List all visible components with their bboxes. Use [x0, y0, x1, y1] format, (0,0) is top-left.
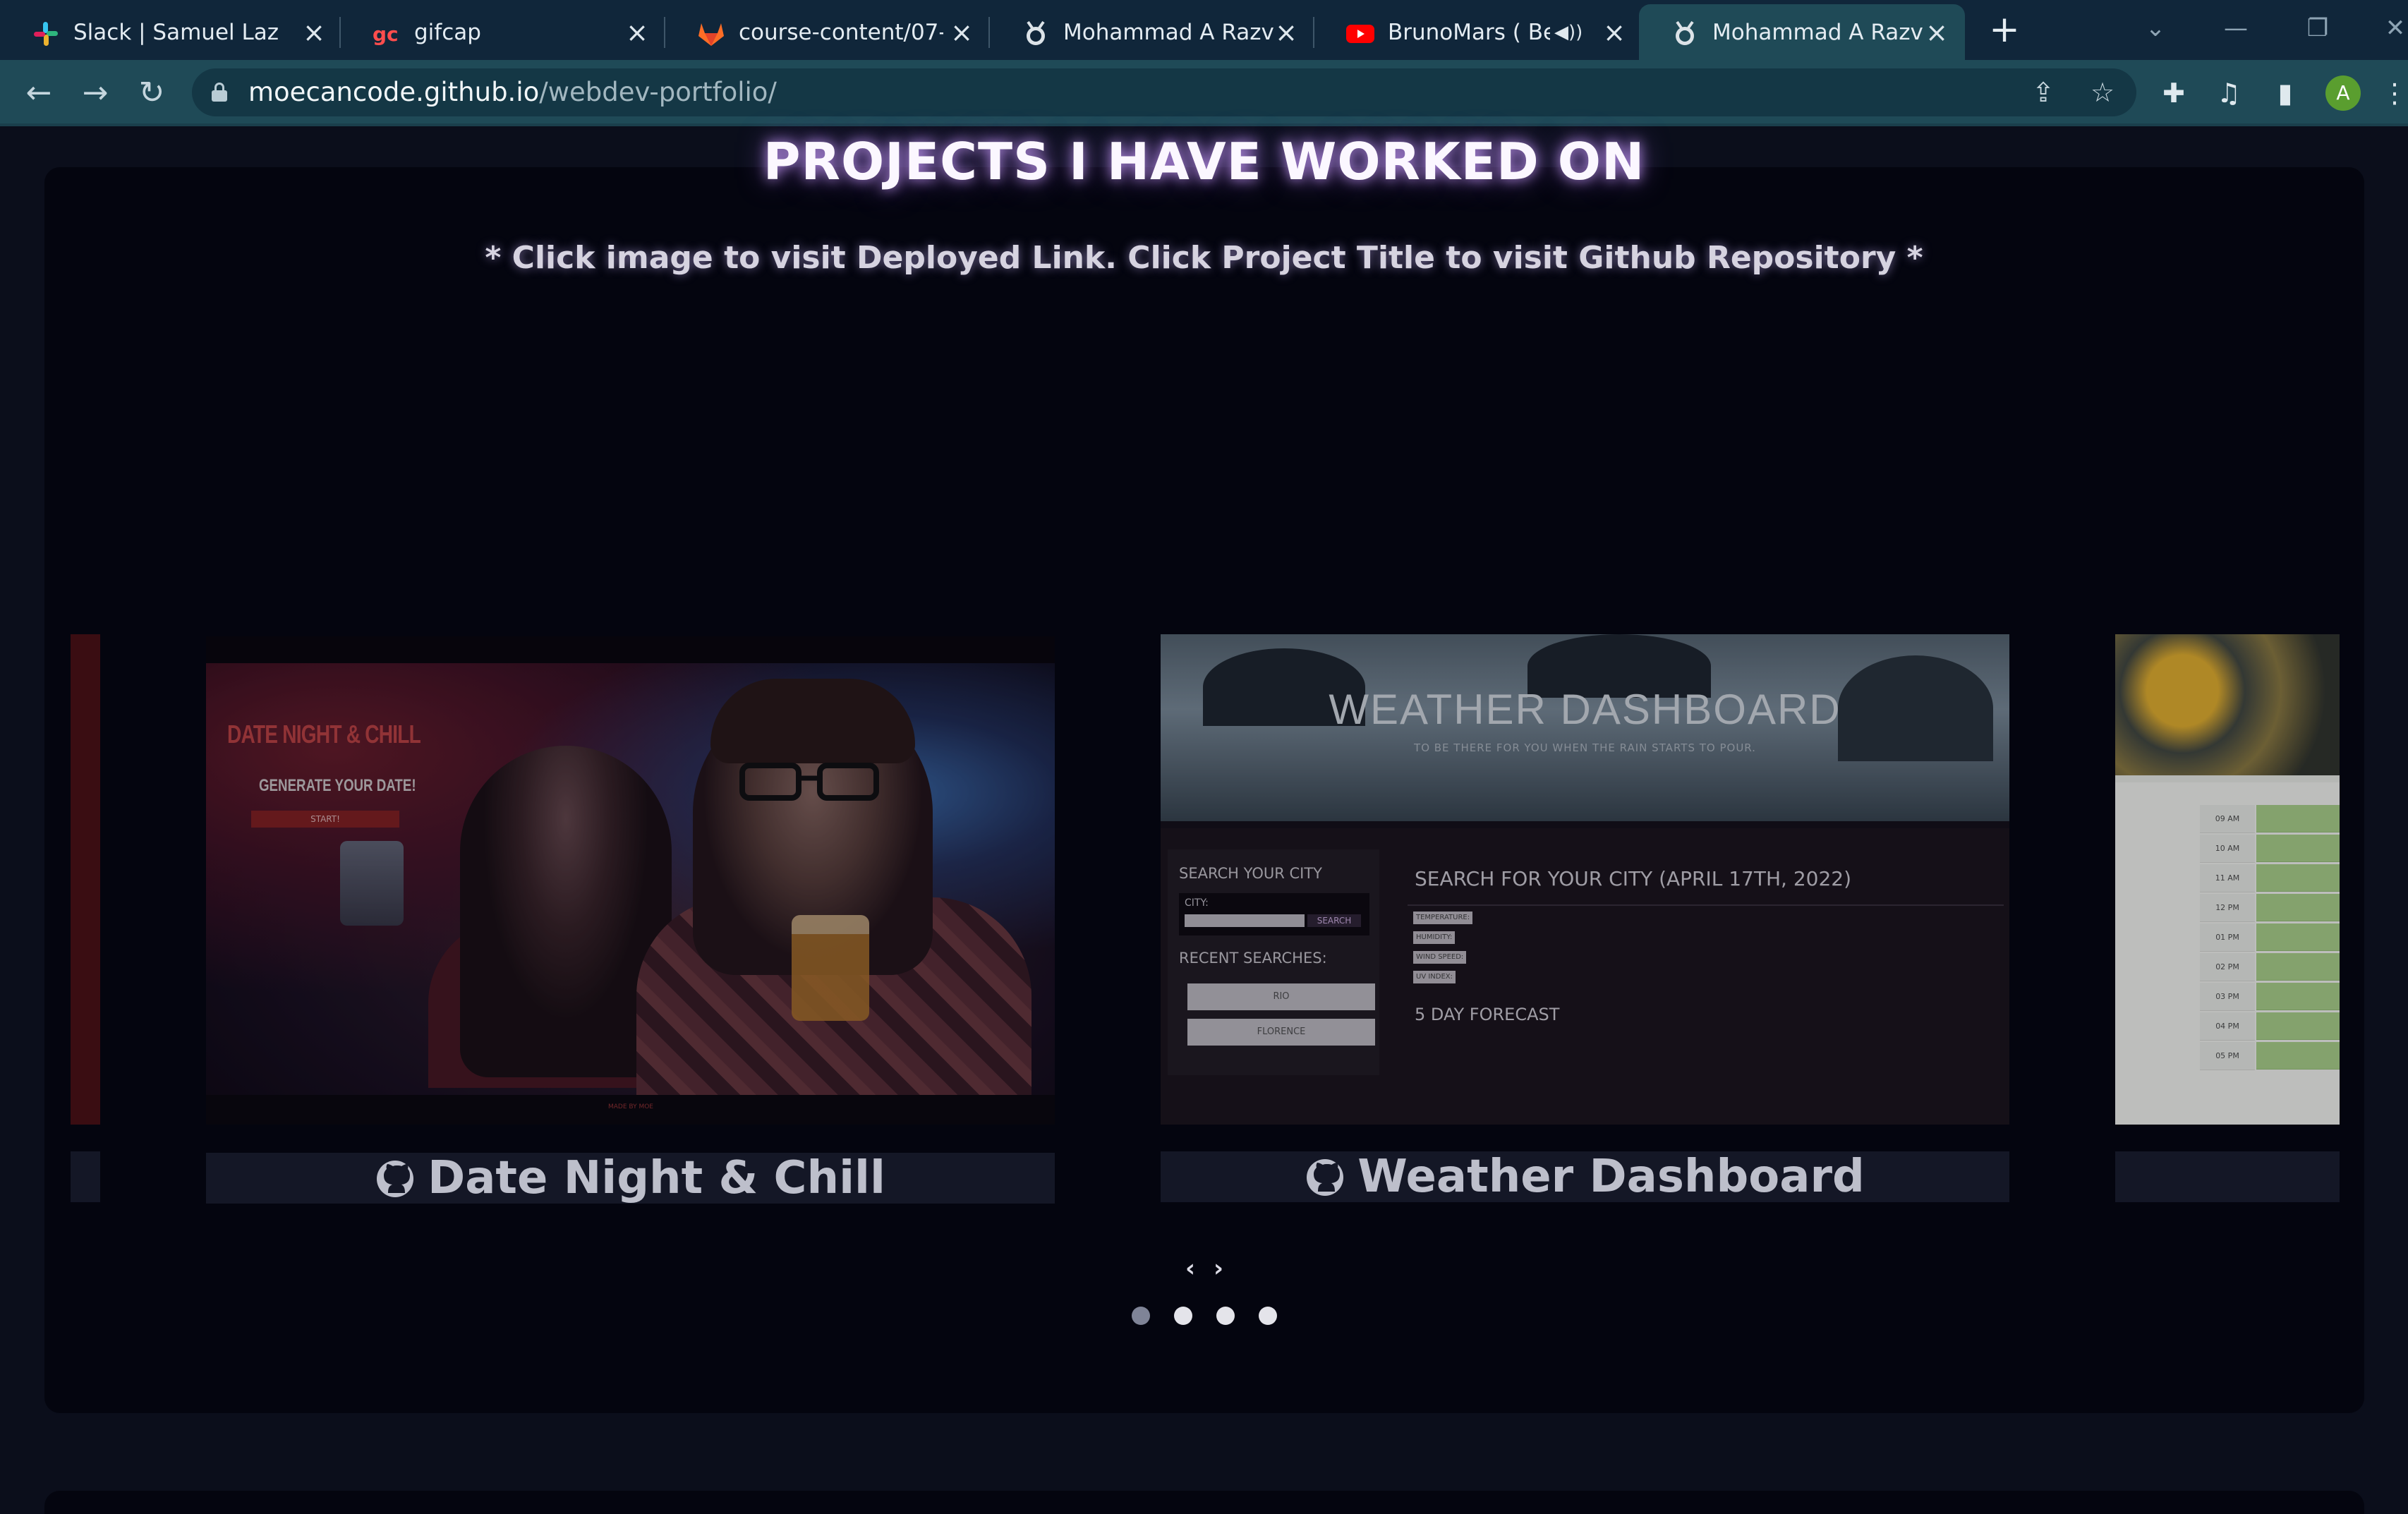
tab-title: BrunoMars ( Best S	[1388, 20, 1550, 45]
url-host: moecancode.github.io	[248, 77, 540, 107]
github-icon	[1307, 1159, 1344, 1196]
tab-title: Slack | Samuel Lazaro	[73, 20, 278, 45]
media-control-icon[interactable]: ♫	[2210, 74, 2248, 112]
url-text: moecancode.github.io/webdev-portfolio/	[248, 78, 777, 107]
github-octocat-icon	[1022, 20, 1050, 48]
more-menu-icon[interactable]: ⋮	[2381, 74, 2408, 112]
browser-toolbar: ← → ↻ moecancode.github.io/webdev-portfo…	[0, 60, 2408, 123]
carousel-dot-1[interactable]	[1132, 1307, 1150, 1325]
close-window-button[interactable]: ✕	[2371, 10, 2408, 47]
close-tab-icon[interactable]: ×	[1600, 17, 1628, 48]
project-image-date-night[interactable]: DATE NIGHT & CHILL GENERATE YOUR DATE! S…	[206, 636, 1055, 1125]
tab-title: Mohammad A Razvi	[1063, 20, 1275, 45]
project-title-text: Date Night & Chill	[428, 1152, 885, 1204]
project-title-partial-right[interactable]	[2115, 1151, 2340, 1202]
extensions-puzzle-icon[interactable]: ✚	[2155, 74, 2193, 112]
project-title-text: Weather Dashboard	[1357, 1151, 1865, 1203]
project-image-scheduler[interactable]: 09 AM 10 AM 11 AM 12 PM 01 PM 02 PM 03 P…	[2115, 634, 2340, 1125]
section-instructions: * Click image to visit Deployed Link. Cl…	[485, 240, 1923, 276]
tab-title: gifcap	[414, 20, 481, 45]
tab-title: course-content/07-Pro	[739, 20, 943, 45]
tab-title: Mohammad A Razvi	[1712, 20, 1924, 45]
project-caption-partial[interactable]	[71, 1151, 100, 1202]
carousel-dot-4[interactable]	[1259, 1307, 1277, 1325]
tab-strip: Slack | Samuel Lazaro × gc gifcap × cour…	[0, 0, 2408, 60]
profile-avatar[interactable]: A	[2325, 75, 2361, 111]
side-panel-icon[interactable]: ▮	[2266, 74, 2304, 112]
close-tab-icon[interactable]: ×	[300, 17, 328, 48]
image-dim-overlay	[1161, 634, 2009, 1125]
tab-gitlab[interactable]: course-content/07-Pro ×	[665, 4, 990, 60]
tab-search-chevron-icon[interactable]: ⌄	[2131, 10, 2180, 47]
back-button[interactable]: ←	[20, 74, 58, 112]
svg-text:gc: gc	[373, 23, 399, 46]
section-heading: PROJECTS I HAVE WORKED ON	[763, 132, 1645, 191]
speaker-mute-icon[interactable]: ◀))	[1554, 17, 1583, 48]
tab-active-github-portfolio[interactable]: Mohammad A Razvi ×	[1639, 4, 1965, 60]
carousel-prev-arrow[interactable]: ‹	[1180, 1254, 1201, 1283]
tab-youtube[interactable]: BrunoMars ( Best S ◀)) ×	[1314, 4, 1639, 60]
restore-button[interactable]: ❐	[2293, 10, 2342, 47]
carousel-dot-3[interactable]	[1216, 1307, 1235, 1325]
project-title-date-night[interactable]: Date Night & Chill	[206, 1153, 1055, 1204]
tab-slack[interactable]: Slack | Samuel Lazaro ×	[0, 4, 341, 60]
carousel-dot-2[interactable]	[1174, 1307, 1192, 1325]
github-octocat-icon	[1671, 20, 1699, 48]
gitlab-icon	[697, 20, 725, 48]
minimize-button[interactable]: —	[2211, 10, 2261, 47]
close-tab-icon[interactable]: ×	[948, 17, 976, 48]
lock-icon[interactable]	[212, 83, 227, 102]
youtube-icon	[1346, 20, 1374, 48]
next-section	[44, 1491, 2364, 1514]
close-tab-icon[interactable]: ×	[623, 17, 651, 48]
browser-window: Slack | Samuel Lazaro × gc gifcap × cour…	[0, 0, 2408, 1514]
github-icon	[377, 1161, 414, 1197]
close-tab-icon[interactable]: ×	[1923, 17, 1951, 48]
new-tab-button[interactable]: +	[1986, 11, 2023, 48]
share-icon[interactable]: ⇪	[2026, 77, 2060, 108]
tab-github-portfolio[interactable]: Mohammad A Razvi ×	[990, 4, 1314, 60]
close-tab-icon[interactable]: ×	[1272, 17, 1300, 48]
forward-button[interactable]: →	[76, 74, 114, 112]
address-bar[interactable]: moecancode.github.io/webdev-portfolio/ ⇪…	[192, 68, 2136, 116]
gifcap-icon: gc	[373, 20, 401, 48]
carousel-next-arrow[interactable]: ›	[1208, 1254, 1229, 1283]
slack-icon	[32, 20, 60, 48]
project-title-weather-dashboard[interactable]: Weather Dashboard	[1161, 1151, 2009, 1202]
url-path: /webdev-portfolio/	[539, 77, 777, 107]
bookmark-star-icon[interactable]: ☆	[2086, 77, 2119, 108]
project-image-partial[interactable]	[71, 634, 100, 1125]
reload-button[interactable]: ↻	[133, 74, 171, 112]
project-image-weather-dashboard[interactable]: WEATHER DASHBOARD TO BE THERE FOR YOU WH…	[1161, 634, 2009, 1125]
image-dim-overlay	[206, 636, 1055, 1125]
tab-gifcap[interactable]: gc gifcap ×	[341, 4, 665, 60]
image-dim-overlay	[2115, 634, 2340, 1125]
